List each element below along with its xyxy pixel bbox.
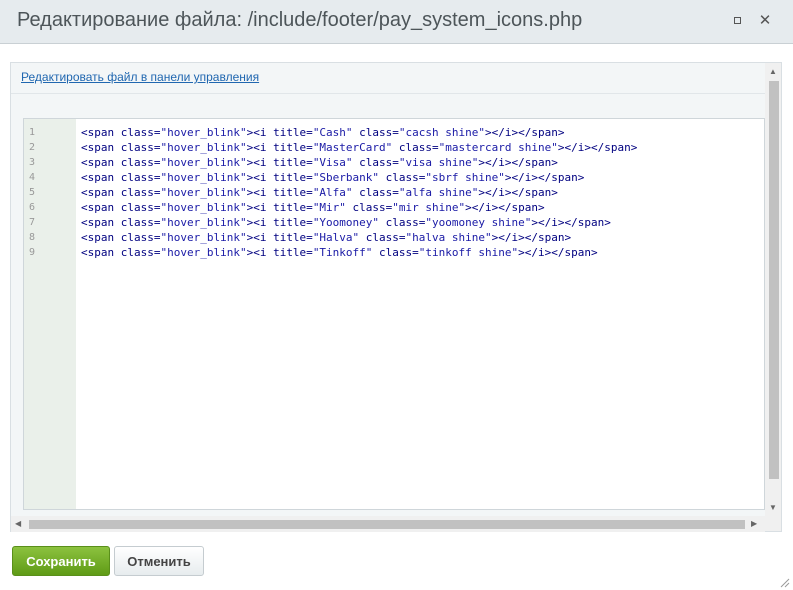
code-line: <span class="hover_blink"><i title="Tink… [81,246,598,259]
code-line: <span class="hover_blink"><i title="Yoom… [81,216,611,229]
line-number: 7 [29,217,36,228]
panel-divider [11,93,765,94]
line-number: 8 [29,232,36,243]
code-line: <span class="hover_blink"><i title="Visa… [81,156,558,169]
scroll-left-icon[interactable]: ◀ [15,519,21,529]
code-line: <span class="hover_blink"><i title="Sber… [81,171,585,184]
code-line: <span class="hover_blink"><i title="Mast… [81,141,638,154]
line-number: 1 [29,127,36,138]
scroll-up-icon[interactable]: ▲ [769,67,777,77]
horizontal-scroll-thumb[interactable] [29,520,745,529]
scroll-right-icon[interactable]: ▶ [751,519,757,529]
dialog-title: Редактирование файла: /include/footer/pa… [17,9,583,31]
line-number: 9 [29,247,36,258]
scroll-down-icon[interactable]: ▼ [769,503,777,513]
line-number: 5 [29,187,36,198]
edit-in-control-panel-link[interactable]: Редактировать файл в панели управления [21,70,259,84]
dialog-titlebar: Редактирование файла: /include/footer/pa… [0,0,793,44]
horizontal-scrollbar[interactable]: ◀ ▶ [11,516,765,532]
editor-panel: Редактировать файл в панели управления 1… [10,62,782,532]
cancel-button[interactable]: Отменить [114,546,204,576]
code-line: <span class="hover_blink"><i title="Mir"… [81,201,545,214]
line-number: 2 [29,142,36,153]
save-button[interactable]: Сохранить [12,546,110,576]
line-number: 4 [29,172,36,183]
vertical-scrollbar[interactable]: ▲ ▼ [765,63,781,531]
close-icon[interactable]: ✕ [757,13,773,29]
code-line: <span class="hover_blink"><i title="Cash… [81,126,565,139]
code-line: <span class="hover_blink"><i title="Halv… [81,231,572,244]
vertical-scroll-thumb[interactable] [769,81,779,479]
resize-handle-icon[interactable] [778,576,790,588]
line-number: 3 [29,157,36,168]
line-number: 6 [29,202,36,213]
code-line: <span class="hover_blink"><i title="Alfa… [81,186,558,199]
code-editor[interactable]: 1 <span class="hover_blink"><i title="Cas… [23,118,765,510]
maximize-icon[interactable] [731,13,747,29]
